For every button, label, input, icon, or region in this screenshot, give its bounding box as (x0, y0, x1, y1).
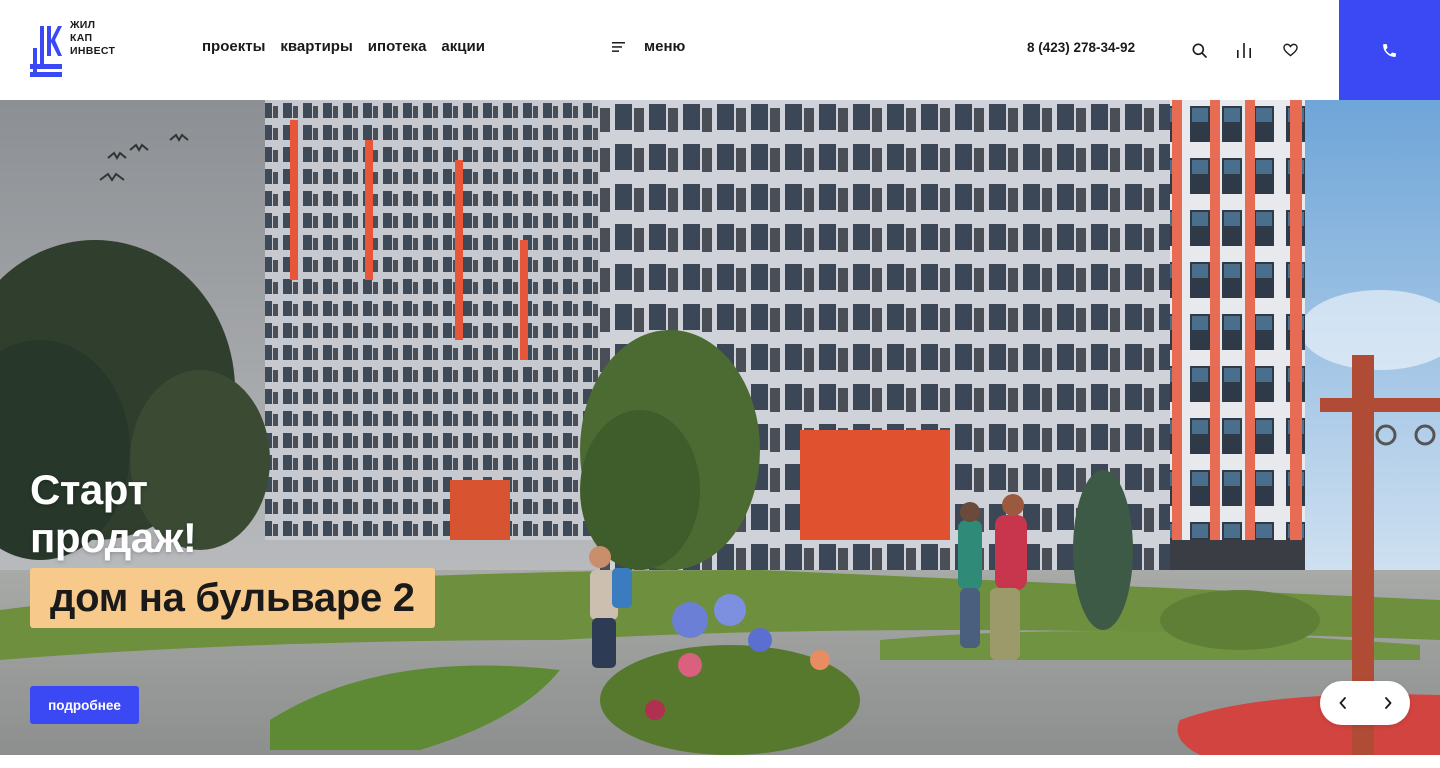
compare-button[interactable] (1234, 40, 1254, 60)
phone-icon (1383, 43, 1396, 57)
hero-title: Старт продаж! (30, 466, 197, 562)
menu-lines-icon (612, 41, 625, 52)
heart-icon (1282, 43, 1298, 57)
hero-background-image (0, 100, 1440, 755)
chevron-right-icon (1384, 697, 1391, 709)
hero-title-line: продаж! (30, 514, 197, 561)
page-bottom-strip (0, 755, 1440, 768)
nav-item-projects[interactable]: проекты (202, 38, 265, 55)
call-button[interactable] (1339, 0, 1440, 100)
nav-item-promotions[interactable]: акции (441, 38, 485, 55)
more-details-button[interactable]: подробнее (30, 686, 139, 724)
site-header: ЖИЛ КАП ИНВЕСТ проекты квартиры ипотека … (0, 0, 1440, 100)
logo-line: ИНВЕСТ (70, 45, 116, 57)
logo-line: ЖИЛ (70, 19, 96, 31)
hero-slider: Старт продаж! дом на бульваре 2 подробне… (0, 100, 1440, 755)
hero-title-line: Старт (30, 466, 148, 513)
compare-bars-icon (1237, 43, 1251, 58)
slider-prev-button[interactable] (1320, 681, 1365, 725)
search-button[interactable] (1189, 40, 1209, 60)
nav-item-apartments[interactable]: квартиры (280, 38, 352, 55)
slider-next-button[interactable] (1365, 681, 1410, 725)
logo-line: КАП (70, 32, 93, 44)
main-nav: проекты квартиры ипотека акции (202, 38, 485, 55)
logo-mark-icon (30, 26, 62, 77)
logo-text: ЖИЛ КАП ИНВЕСТ (70, 18, 115, 58)
menu-label: меню (644, 38, 686, 55)
logo[interactable]: ЖИЛ КАП ИНВЕСТ (30, 18, 115, 78)
phone-number[interactable]: 8 (423) 278-34-92 (1027, 40, 1135, 55)
nav-item-mortgage[interactable]: ипотека (368, 38, 427, 55)
favorites-button[interactable] (1280, 40, 1300, 60)
chevron-left-icon (1339, 697, 1346, 709)
slider-controls (1320, 681, 1410, 725)
menu-button[interactable]: меню (612, 38, 685, 55)
hero-badge: дом на бульваре 2 (30, 568, 435, 628)
search-icon (1192, 43, 1207, 58)
